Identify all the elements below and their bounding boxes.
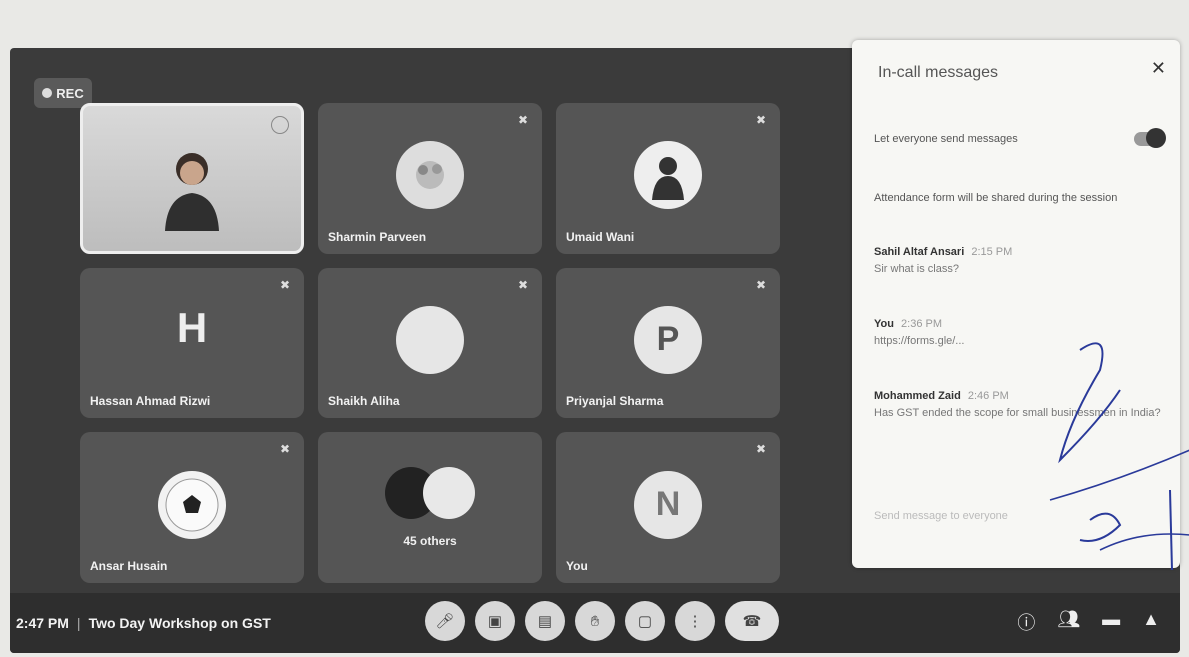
person-video — [165, 152, 219, 231]
clock-time: 2:47 PM — [16, 615, 69, 631]
participant-tile[interactable]: H ✖ Hassan Ahmad Rizwi — [80, 267, 304, 419]
meeting-title: Two Day Workshop on GST — [88, 615, 271, 631]
avatar: N — [634, 470, 702, 539]
participant-tile-self[interactable]: N ✖ You — [556, 432, 780, 583]
camera-icon[interactable]: ▣ — [475, 601, 515, 641]
person-photo-icon — [652, 157, 684, 201]
message-input[interactable]: Send message to everyone — [874, 510, 1008, 522]
chat-message: You 2:36 PM https://forms.gle/... — [874, 316, 1164, 349]
participant-tile[interactable]: ✖ Shaikh Aliha — [318, 267, 542, 419]
message-author: Mohammed Zaid — [874, 390, 961, 402]
message-author: You — [874, 318, 894, 330]
info-icon[interactable]: ⓘ — [1017, 609, 1035, 635]
football-icon — [165, 478, 219, 532]
participant-grid: ✖ Sharmin Parveen ✖ Umaid Wani H ✖ Hassa… — [80, 103, 780, 583]
participant-name: Priyanjal Sharma — [566, 394, 664, 409]
participant-tile[interactable]: ✖ Umaid Wani — [556, 103, 780, 254]
avatar — [396, 305, 464, 374]
people-icon[interactable]: 👥︎ — [1057, 609, 1080, 635]
mic-off-icon: ✖ — [279, 277, 291, 292]
pin-icon[interactable] — [271, 116, 289, 134]
chat-title: In-call messages — [878, 64, 999, 81]
pinned-note: Attendance form will be shared during th… — [874, 192, 1118, 204]
message-author: Sahil Altaf Ansari — [874, 246, 965, 258]
avatar — [396, 141, 464, 210]
message-text: Has GST ended the scope for small busine… — [874, 406, 1161, 419]
message-link[interactable]: https://forms.gle/... — [874, 333, 1164, 350]
message-time: 2:36 PM — [901, 318, 942, 330]
call-controls: 🎤︎ ▣ ▤ ✋︎ ▢ ⋮ ☎︎ — [425, 601, 779, 641]
others-tile[interactable]: 45 others — [318, 432, 542, 583]
meeting-info: 2:47 PM | Two Day Workshop on GST — [16, 615, 271, 631]
participant-tile[interactable]: ✖ Ansar Husain — [80, 432, 304, 583]
participant-name: Hassan Ahmad Rizwi — [90, 394, 211, 409]
toggle-label: Let everyone send messages — [874, 133, 1018, 145]
side-tools: ⓘ 👥︎ ▬ ▲ — [1017, 609, 1160, 635]
end-call-icon[interactable]: ☎︎ — [725, 601, 779, 641]
mic-off-icon: ✖ — [755, 113, 767, 127]
record-dot-icon — [42, 88, 53, 98]
raise-hand-icon[interactable]: ✋︎ — [575, 601, 615, 641]
participant-tile[interactable]: P ✖ Priyanjal Sharma — [556, 267, 780, 419]
control-bar: 2:47 PM | Two Day Workshop on GST 🎤︎ ▣ ▤… — [10, 593, 1180, 653]
participant-name: You — [566, 559, 588, 573]
more-icon[interactable]: ⋮ — [675, 601, 715, 641]
others-count: 45 others — [403, 533, 457, 548]
flower-photo-icon — [416, 161, 444, 190]
avatar — [158, 470, 226, 539]
close-icon[interactable]: ✕ — [1151, 58, 1166, 79]
others-avatars — [385, 466, 475, 519]
participant-tile[interactable] — [80, 103, 304, 254]
message-permission-row: Let everyone send messages — [874, 128, 1166, 148]
captions-icon[interactable]: ▤ — [525, 601, 565, 641]
chat-panel: In-call messages ✕ Let everyone send mes… — [852, 40, 1180, 568]
mic-icon[interactable]: 🎤︎ — [425, 601, 465, 641]
chat-icon[interactable]: ▬ — [1102, 609, 1120, 635]
participant-name: Shaikh Aliha — [328, 394, 400, 409]
mic-off-icon: ✖ — [755, 442, 767, 457]
mic-off-icon: ✖ — [755, 277, 767, 292]
mic-off-icon: ✖ — [517, 277, 529, 292]
avatar: P — [634, 305, 702, 374]
participant-tile[interactable]: ✖ Sharmin Parveen — [318, 103, 542, 254]
avatar-letter: H — [176, 303, 208, 351]
mic-off-icon: ✖ — [279, 442, 291, 457]
send-messages-toggle[interactable] — [1134, 128, 1166, 148]
message-text: Sir what is class? — [874, 262, 959, 275]
participant-name: Sharmin Parveen — [328, 229, 427, 244]
message-time: 2:46 PM — [967, 390, 1009, 402]
mic-off-icon: ✖ — [517, 113, 529, 127]
participant-name: Umaid Wani — [566, 229, 635, 244]
activities-icon[interactable]: ▲ — [1142, 609, 1160, 635]
chat-message: Sahil Altaf Ansari 2:15 PM Sir what is c… — [874, 244, 1164, 277]
separator: | — [76, 615, 81, 631]
present-icon[interactable]: ▢ — [625, 601, 665, 641]
avatar — [634, 141, 702, 210]
participant-name: Ansar Husain — [90, 559, 168, 573]
message-time: 2:15 PM — [971, 246, 1013, 258]
chat-message: Mohammed Zaid 2:46 PM Has GST ended the … — [874, 388, 1164, 421]
